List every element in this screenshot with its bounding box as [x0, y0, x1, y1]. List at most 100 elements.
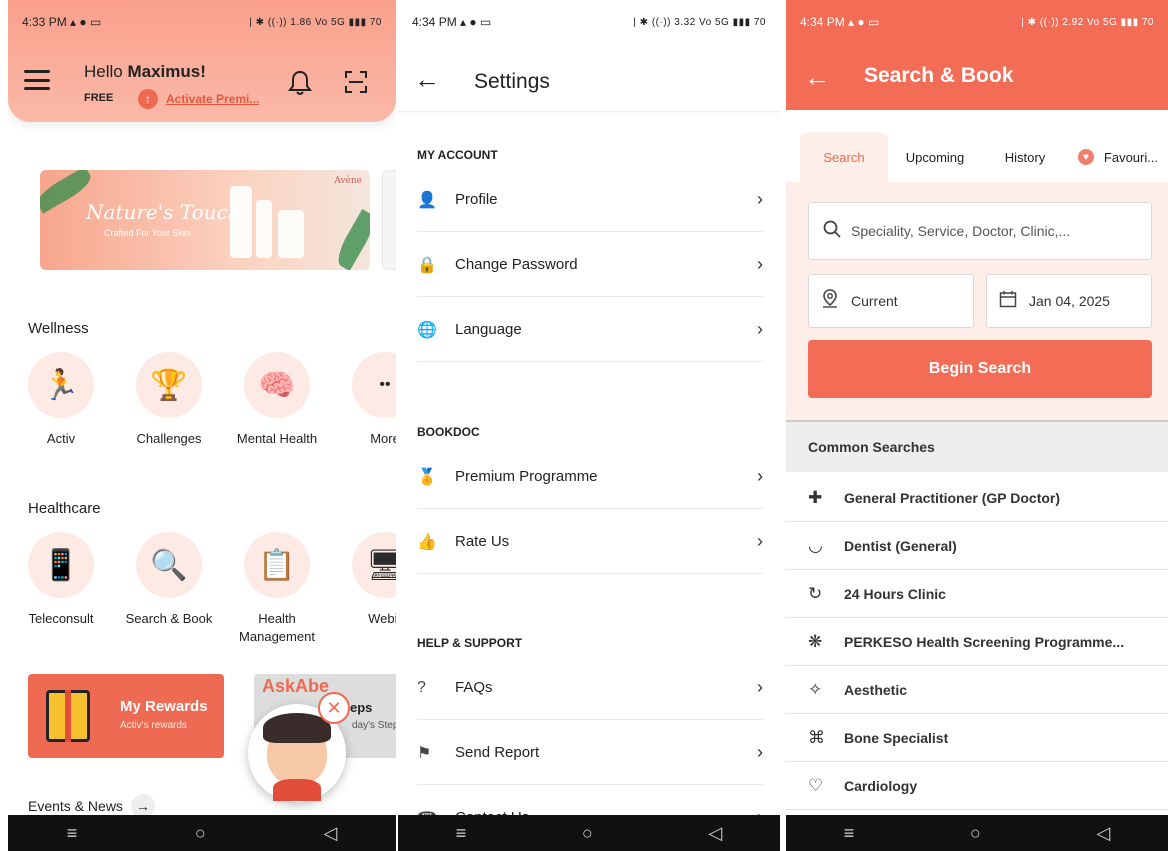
status-bar: 4:33 PM ▴ ● ▭ | ✱ ((·)) 1.86 Vo 5G ▮▮▮ 7… — [8, 0, 396, 44]
syringe-icon: ✧ — [808, 679, 823, 699]
common-item-aesthetic[interactable]: ✧ Aesthetic — [786, 666, 1168, 714]
common-item-label: PERKESO Health Screening Programme... — [844, 633, 1125, 650]
greeting: Hello Maximus! — [84, 62, 206, 81]
banner-title: Nature's Touch — [86, 200, 241, 224]
back-button[interactable]: ◁ — [1096, 823, 1110, 844]
tab-favourites[interactable]: ♥ Favouri... — [1070, 132, 1166, 182]
arrow-up-icon: ↑ — [138, 89, 158, 109]
tile-label: Activ — [46, 431, 76, 446]
activate-premium-label: Activate Premi... — [166, 92, 260, 106]
bone-icon: ⌘ — [808, 727, 825, 747]
bell-icon[interactable] — [288, 70, 312, 102]
common-item-24h[interactable]: ↻ 24 Hours Clinic — [786, 570, 1168, 618]
tile-label: Search & Book — [125, 611, 213, 626]
common-item-label: Dentist (General) — [844, 537, 957, 554]
activate-premium-link[interactable]: ↑ Activate Premi... — [138, 89, 259, 109]
settings-item-premium[interactable]: 🏅 Premium Programme › — [417, 445, 763, 509]
recent-apps-button[interactable]: ≡ — [456, 823, 467, 844]
location-value: Current — [851, 293, 898, 309]
common-item-cardiology[interactable]: ♡ Cardiology — [786, 762, 1168, 810]
flag-icon: ⚑ — [417, 744, 432, 762]
status-time: 4:34 PM ▴ ● ▭ — [800, 15, 880, 29]
common-item-gp[interactable]: ✚ General Practitioner (GP Doctor) — [786, 474, 1168, 522]
common-item-bone[interactable]: ⌘ Bone Specialist — [786, 714, 1168, 762]
common-item-label: Cardiology — [844, 777, 918, 794]
settings-item-profile[interactable]: 👤 Profile › — [417, 168, 763, 232]
settings-item-rate-us[interactable]: 👍 Rate Us › — [417, 510, 763, 574]
promo-banner[interactable]: Avène Nature's Touch Crafted For Your Sk… — [40, 170, 370, 270]
settings-item-label: FAQs — [455, 679, 493, 696]
status-indicators: | ✱ ((·)) 2.92 Vo 5G ▮▮▮ 70 — [1021, 16, 1154, 28]
globe-icon: 🌐 — [417, 321, 437, 339]
status-indicators: | ✱ ((·)) 1.86 Vo 5G ▮▮▮ 70 — [249, 16, 382, 28]
settings-item-label: Premium Programme — [455, 468, 598, 485]
common-searches-header: Common Searches — [786, 420, 1168, 472]
tile-search-book[interactable]: 🔍 Search & Book — [119, 532, 219, 628]
menu-icon[interactable] — [24, 70, 50, 90]
system-nav-bar: ≡ ○ ◁ — [8, 815, 396, 851]
tile-teleconsult[interactable]: 📱 Teleconsult — [11, 532, 111, 628]
next-banner[interactable] — [382, 170, 396, 270]
tile-activ[interactable]: 🏃 Activ — [11, 352, 111, 448]
search-placeholder: Speciality, Service, Doctor, Clinic,... — [851, 223, 1071, 239]
tile-health-management[interactable]: 📋 Health Management — [227, 532, 327, 646]
search-input[interactable]: Speciality, Service, Doctor, Clinic,... — [808, 202, 1152, 260]
chevron-right-icon: › — [757, 319, 763, 339]
status-bar: 4:34 PM ▴ ● ▭ | ✱ ((·)) 3.32 Vo 5G ▮▮▮ 7… — [398, 0, 780, 44]
location-pin-icon — [821, 288, 839, 314]
begin-search-button[interactable]: Begin Search — [808, 340, 1152, 398]
close-icon[interactable]: ✕ — [318, 692, 350, 724]
tab-favourites-label: Favouri... — [1103, 149, 1159, 165]
search-icon — [823, 220, 841, 243]
my-rewards-card[interactable]: My Rewards Activ's rewards — [28, 674, 224, 758]
tile-label: Health Management — [239, 611, 315, 644]
settings-item-send-report[interactable]: ⚑ Send Report › — [417, 721, 763, 785]
tab-upcoming[interactable]: Upcoming — [890, 132, 980, 182]
tile-label: Mental Health — [236, 431, 318, 446]
askabe-label: AskAbe — [262, 676, 330, 696]
question-circle-icon: ? — [417, 678, 426, 696]
chevron-right-icon: › — [757, 189, 763, 209]
common-item-dentist[interactable]: ◡ Dentist (General) — [786, 522, 1168, 570]
common-item-label: General Practitioner (GP Doctor) — [844, 489, 1061, 506]
settings-item-change-password[interactable]: 🔒 Change Password › — [417, 233, 763, 297]
recent-apps-button[interactable]: ≡ — [844, 823, 855, 844]
search-book-screen: 4:34 PM ▴ ● ▭ | ✱ ((·)) 2.92 Vo 5G ▮▮▮ 7… — [786, 0, 1168, 851]
tile-mental-health[interactable]: 🧠 Mental Health — [227, 352, 327, 448]
date-field[interactable]: Jan 04, 2025 — [986, 274, 1152, 328]
recent-apps-button[interactable]: ≡ — [67, 823, 78, 844]
home-button[interactable]: ○ — [582, 823, 593, 844]
back-button[interactable]: ◁ — [323, 823, 337, 844]
group-title-my-account: MY ACCOUNT — [417, 148, 498, 162]
home-button[interactable]: ○ — [970, 823, 981, 844]
scan-icon[interactable] — [344, 70, 368, 94]
tooth-icon: ◡ — [808, 535, 823, 555]
medical-cross-icon: ✚ — [808, 487, 823, 507]
tab-history[interactable]: History — [984, 132, 1066, 182]
back-arrow-icon[interactable]: ← — [414, 64, 440, 95]
back-button[interactable]: ◁ — [708, 823, 722, 844]
hand-care-icon: ❋ — [808, 631, 823, 651]
home-screen: 4:33 PM ▴ ● ▭ | ✱ ((·)) 1.86 Vo 5G ▮▮▮ 7… — [8, 0, 396, 851]
status-time: 4:33 PM ▴ ● ▭ — [22, 15, 102, 29]
tile-challenges[interactable]: 🏆 Challenges — [119, 352, 219, 448]
tile-more[interactable]: •• More — [335, 352, 396, 448]
steps-subtitle: day's Step — [352, 720, 396, 731]
location-field[interactable]: Current — [808, 274, 974, 328]
search-tabs: Search Upcoming History ♥ Favouri... — [786, 132, 1168, 182]
common-item-perkeso[interactable]: ❋ PERKESO Health Screening Programme... — [786, 618, 1168, 666]
webinar-icon: 🖥 — [352, 532, 396, 598]
settings-item-language[interactable]: 🌐 Language › — [417, 298, 763, 362]
page-title: Search & Book — [864, 64, 1014, 87]
tile-webinar[interactable]: 🖥 Webir — [335, 532, 396, 628]
common-item-label: Aesthetic — [844, 681, 908, 698]
tab-search[interactable]: Search — [800, 132, 888, 182]
user-icon: 👤 — [417, 191, 437, 209]
settings-item-faqs[interactable]: ? FAQs › — [417, 656, 763, 720]
settings-item-label: Language — [455, 321, 522, 338]
chevron-right-icon: › — [757, 677, 763, 697]
lock-icon: 🔒 — [417, 256, 437, 274]
rewards-subtitle: Activ's rewards — [120, 720, 187, 731]
home-button[interactable]: ○ — [195, 823, 206, 844]
back-arrow-icon[interactable]: ← — [804, 62, 830, 93]
